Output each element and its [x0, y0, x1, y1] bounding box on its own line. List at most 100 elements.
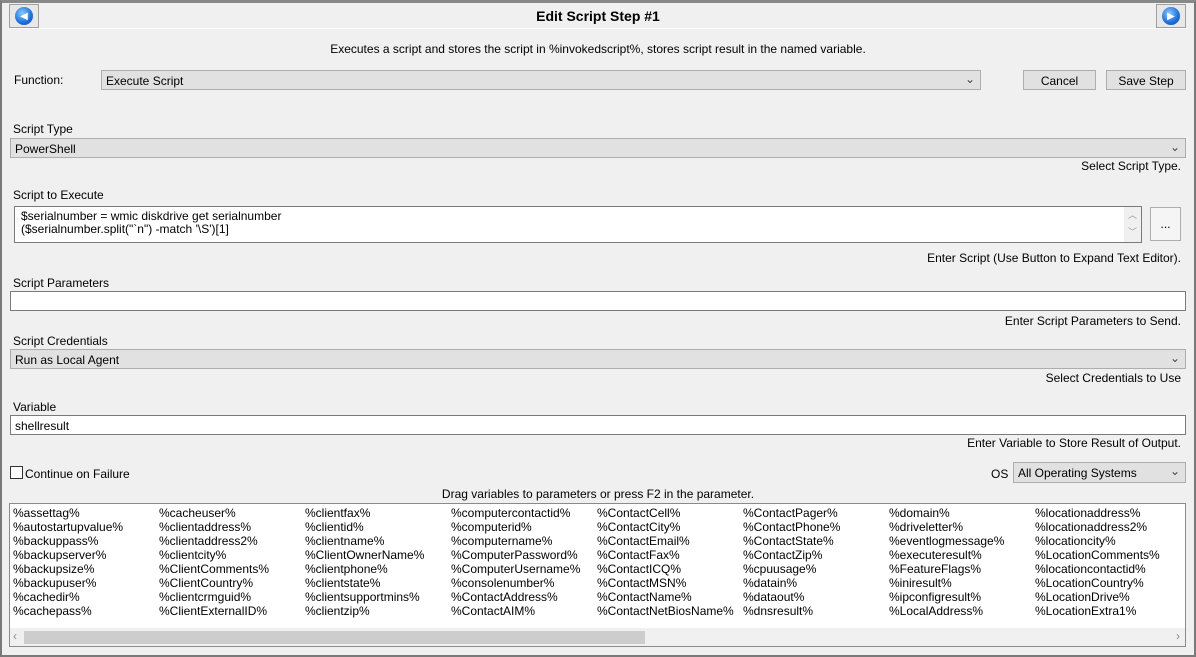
variable-item[interactable]: %clientaddress%	[159, 520, 269, 534]
variable-item[interactable]: %LocationCountry%	[1035, 576, 1160, 590]
variable-column: %computercontactid% %computerid% %computer…	[451, 506, 580, 618]
variable-item[interactable]: %ClientComments%	[159, 562, 269, 576]
os-select[interactable]: All Operating Systems ⌄	[1013, 462, 1186, 483]
variable-item[interactable]: %ContactPhone%	[743, 520, 840, 534]
script-type-hint: Select Script Type.	[1081, 159, 1181, 173]
variable-item[interactable]: %clientzip%	[305, 604, 424, 618]
expand-editor-button[interactable]: ...	[1150, 207, 1181, 241]
variable-item[interactable]: %FeatureFlags%	[889, 562, 1004, 576]
credentials-select[interactable]: Run as Local Agent ⌄	[10, 349, 1186, 369]
variable-item[interactable]: %clientaddress2%	[159, 534, 269, 548]
variable-item[interactable]: %dataout%	[743, 590, 840, 604]
variable-item[interactable]: %clientname%	[305, 534, 424, 548]
os-label: OS	[991, 467, 1009, 481]
previous-step-button[interactable]: ◀	[9, 4, 39, 28]
variable-item[interactable]: %clientsupportmins%	[305, 590, 424, 604]
variable-item[interactable]: %ContactAddress%	[451, 590, 580, 604]
horizontal-scrollbar[interactable]: ‹ ›	[10, 628, 1185, 646]
variable-item[interactable]: %ContactPager%	[743, 506, 840, 520]
variable-item[interactable]: %ContactMSN%	[597, 576, 734, 590]
variable-column: %assettag% %autostartupvalue% %backuppass%…	[13, 506, 123, 618]
variable-item[interactable]: %clientcity%	[159, 548, 269, 562]
scroll-right-icon[interactable]: ›	[1176, 629, 1180, 643]
variable-hint: Enter Variable to Store Result of Output…	[967, 436, 1181, 450]
variable-item[interactable]: %executeresult%	[889, 548, 1004, 562]
variable-item[interactable]: %ContactEmail%	[597, 534, 734, 548]
variable-item[interactable]: %ClientOwnerName%	[305, 548, 424, 562]
variable-item[interactable]: %ContactFax%	[597, 548, 734, 562]
variable-item[interactable]: %clientfax%	[305, 506, 424, 520]
variable-item[interactable]: %iniresult%	[889, 576, 1004, 590]
variable-item[interactable]: %computerid%	[451, 520, 580, 534]
variable-item[interactable]: %clientid%	[305, 520, 424, 534]
variable-item[interactable]: %locationcontactid%	[1035, 562, 1160, 576]
variable-item[interactable]: %backupuser%	[13, 576, 123, 590]
variable-item[interactable]: %ClientCountry%	[159, 576, 269, 590]
variable-item[interactable]: %locationcity%	[1035, 534, 1160, 548]
variable-item[interactable]: %locationaddress2%	[1035, 520, 1160, 534]
variable-column: %domain% %driveletter% %eventlogmessage% %e…	[889, 506, 1004, 618]
variables-list: %assettag% %autostartupvalue% %backuppass%…	[9, 503, 1186, 647]
script-hint: Enter Script (Use Button to Expand Text …	[927, 251, 1181, 265]
script-type-label: Script Type	[13, 122, 73, 136]
variable-item[interactable]: %cachedir%	[13, 590, 123, 604]
variable-label: Variable	[13, 400, 57, 414]
variable-item[interactable]: %ContactCity%	[597, 520, 734, 534]
save-step-button[interactable]: Save Step	[1106, 70, 1186, 90]
script-scrollbar[interactable]: ︿ ﹀	[1124, 207, 1141, 242]
variable-item[interactable]: %consolenumber%	[451, 576, 580, 590]
variable-item[interactable]: %cachepass%	[13, 604, 123, 618]
variable-item[interactable]: %backupserver%	[13, 548, 123, 562]
variable-item[interactable]: %locationaddress%	[1035, 506, 1160, 520]
variable-item[interactable]: %clientphone%	[305, 562, 424, 576]
variable-item[interactable]: %ipconfigresult%	[889, 590, 1004, 604]
variable-item[interactable]: %datain%	[743, 576, 840, 590]
variable-item[interactable]: %ContactState%	[743, 534, 840, 548]
continue-on-failure-label: Continue on Failure	[25, 467, 130, 481]
variable-item[interactable]: %backuppass%	[13, 534, 123, 548]
variable-item[interactable]: %dnsresult%	[743, 604, 840, 618]
variable-item[interactable]: %cpuusage%	[743, 562, 840, 576]
variable-input[interactable]: shellresult	[10, 415, 1186, 435]
variable-item[interactable]: %computercontactid%	[451, 506, 580, 520]
variable-item[interactable]: %clientcrmguid%	[159, 590, 269, 604]
variable-item[interactable]: %ContactCell%	[597, 506, 734, 520]
variable-column: %clientfax% %clientid% %clientname% %Client…	[305, 506, 424, 618]
variable-item[interactable]: %LocationDrive%	[1035, 590, 1160, 604]
variable-item[interactable]: %ContactICQ%	[597, 562, 734, 576]
variable-item[interactable]: %eventlogmessage%	[889, 534, 1004, 548]
variable-item[interactable]: %cacheuser%	[159, 506, 269, 520]
variable-item[interactable]: %domain%	[889, 506, 1004, 520]
os-value: All Operating Systems	[1018, 466, 1137, 480]
next-step-button[interactable]: ▶	[1156, 4, 1186, 28]
variable-item[interactable]: %LocationExtra1%	[1035, 604, 1160, 618]
scrollbar-thumb[interactable]	[24, 631, 645, 644]
function-select[interactable]: Execute Script ⌄	[101, 70, 981, 90]
params-input[interactable]	[10, 291, 1186, 311]
function-label: Function:	[14, 73, 64, 87]
variable-item[interactable]: %computername%	[451, 534, 580, 548]
variable-item[interactable]: %clientstate%	[305, 576, 424, 590]
script-type-select[interactable]: PowerShell ⌄	[10, 138, 1186, 158]
continue-on-failure-checkbox[interactable]	[10, 466, 23, 479]
variable-item[interactable]: %LocalAddress%	[889, 604, 1004, 618]
variable-item[interactable]: %ComputerPassword%	[451, 548, 580, 562]
variable-item[interactable]: %ClientExternalID%	[159, 604, 269, 618]
variable-item[interactable]: %ContactZip%	[743, 548, 840, 562]
variable-item[interactable]: %ContactNetBiosName%	[597, 604, 734, 618]
variable-item[interactable]: %ComputerUsername%	[451, 562, 580, 576]
variable-item[interactable]: %ContactAIM%	[451, 604, 580, 618]
chevron-down-icon: ⌄	[1169, 464, 1180, 478]
script-textarea[interactable]: $serialnumber = wmic diskdrive get seria…	[14, 206, 1142, 243]
scroll-left-icon[interactable]: ‹	[13, 629, 17, 643]
variable-item[interactable]: %LocationComments%	[1035, 548, 1160, 562]
variable-column: %cacheuser% %clientaddress% %clientaddress…	[159, 506, 269, 618]
cancel-button[interactable]: Cancel	[1023, 70, 1096, 90]
variable-item[interactable]: %ContactName%	[597, 590, 734, 604]
back-arrow-icon: ◀	[15, 7, 33, 25]
variable-item[interactable]: %assettag%	[13, 506, 123, 520]
variable-item[interactable]: %driveletter%	[889, 520, 1004, 534]
variable-item[interactable]: %autostartupvalue%	[13, 520, 123, 534]
credentials-hint: Select Credentials to Use	[1045, 371, 1181, 385]
variable-item[interactable]: %backupsize%	[13, 562, 123, 576]
